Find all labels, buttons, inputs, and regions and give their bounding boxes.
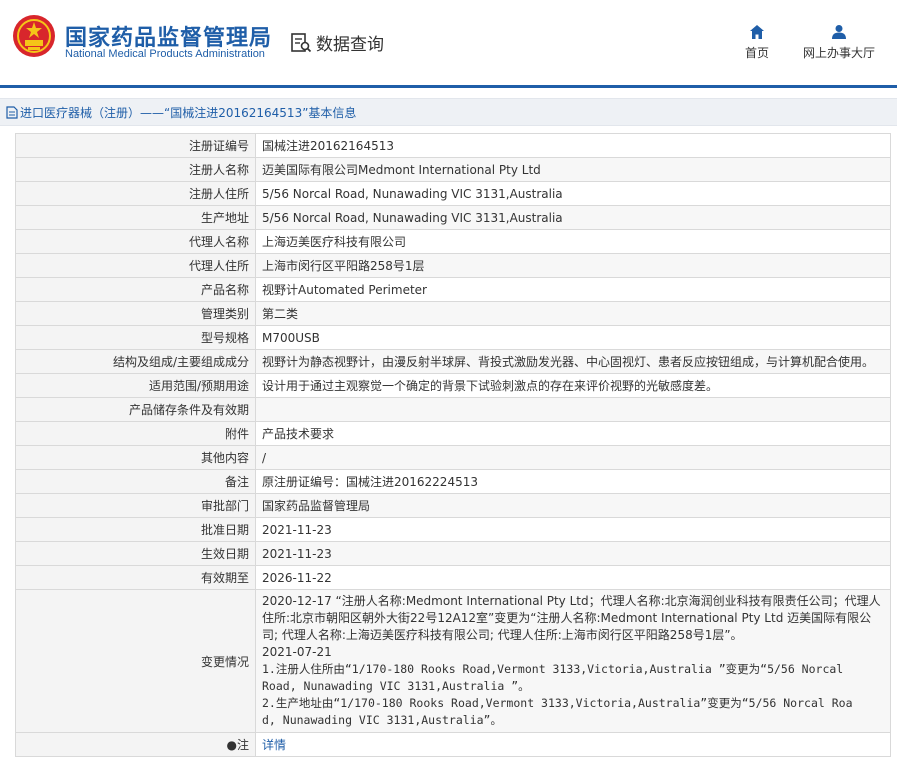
- row-key: 审批部门: [15, 493, 256, 518]
- breadcrumb-text: 进口医疗器械（注册）——“国械注进20162164513”基本信息: [20, 105, 357, 120]
- data-query-label: 数据查询: [316, 35, 384, 55]
- row-value: 视野计Automated Perimeter: [255, 277, 891, 302]
- row-value: 上海迈美医疗科技有限公司: [255, 229, 891, 254]
- detail-table-body: 注册证编号 国械注进20162164513 注册人名称 迈美国际有限公司Medmon…: [15, 133, 891, 757]
- nav-home-label: 首页: [744, 46, 769, 60]
- row-key: 管理类别: [15, 301, 256, 326]
- document-search-icon: [291, 32, 312, 52]
- row-key: 注册人住所: [15, 181, 256, 206]
- home-icon: [750, 25, 764, 39]
- table-row: 适用范围/预期用途 设计用于通过主观察觉一个确定的背景下试验刺激点的存在来评价视野…: [15, 373, 891, 398]
- row-value: 国家药品监督管理局: [255, 493, 891, 518]
- nav-home[interactable]: 首页: [742, 24, 772, 61]
- row-key: 批准日期: [15, 517, 256, 542]
- row-value: /: [255, 445, 891, 470]
- row-key: 产品储存条件及有效期: [15, 397, 256, 422]
- row-value: 迈美国际有限公司Medmont International Pty Ltd: [255, 157, 891, 182]
- table-row: 代理人住所 上海市闵行区平阳路258号1层: [15, 253, 891, 278]
- pin-icon: ●: [226, 738, 237, 752]
- user-icon: [832, 25, 846, 39]
- breadcrumb: 进口医疗器械（注册）——“国械注进20162164513”基本信息: [0, 98, 897, 126]
- change-line: 住所:北京市朝阳区朝外大街22号12A12室”变更为“注册人名称:Medmont…: [262, 611, 872, 625]
- row-value: 详情: [255, 732, 891, 757]
- row-key: 备注: [15, 469, 256, 494]
- row-key: 注册证编号: [15, 133, 256, 158]
- row-key: 其他内容: [15, 445, 256, 470]
- table-row: 其他内容 /: [15, 445, 891, 470]
- row-value: 5/56 Norcal Road, Nunawading VIC 3131,Au…: [255, 181, 891, 206]
- change-line: 1.注册人住所由“1/170-180 Rooks Road,Vermont 31…: [262, 662, 844, 676]
- change-line: 司; 代理人名称:上海迈美医疗科技有限公司; 代理人住所:上海市闵行区平阳路25…: [262, 628, 743, 642]
- table-row: 备注 原注册证编号：国械注进20162224513: [15, 469, 891, 494]
- change-line: 2020-12-17 “注册人名称:Medmont International …: [262, 594, 881, 608]
- row-key: 生效日期: [15, 541, 256, 566]
- change-line: Road, Nunawading VIC 3131,Australia ”。: [262, 679, 530, 693]
- row-value: 5/56 Norcal Road, Nunawading VIC 3131,Au…: [255, 205, 891, 230]
- row-key: ●注: [15, 732, 256, 757]
- change-line: 2021-07-21: [262, 645, 332, 659]
- site-header: 国家药品监督管理局 National Medical Products Admi…: [0, 0, 897, 88]
- table-row: 批准日期 2021-11-23: [15, 517, 891, 542]
- table-row: 注册人名称 迈美国际有限公司Medmont International Pty L…: [15, 157, 891, 182]
- row-key: 注册人名称: [15, 157, 256, 182]
- table-row-note: ●注 详情: [15, 732, 891, 757]
- row-value: 2026-11-22: [255, 565, 891, 590]
- nav-online-service-hall-label: 网上办事大厅: [802, 46, 875, 60]
- national-emblem-icon: [13, 15, 55, 57]
- row-key: 代理人住所: [15, 253, 256, 278]
- table-row: 型号规格 M700USB: [15, 325, 891, 350]
- row-value: 2021-11-23: [255, 541, 891, 566]
- row-value: 上海市闵行区平阳路258号1层: [255, 253, 891, 278]
- row-key: 变更情况: [15, 589, 256, 733]
- row-value: [255, 397, 891, 422]
- table-row: 有效期至 2026-11-22: [15, 565, 891, 590]
- row-value: 原注册证编号：国械注进20162224513: [255, 469, 891, 494]
- table-row: 产品名称 视野计Automated Perimeter: [15, 277, 891, 302]
- row-value: 设计用于通过主观察觉一个确定的背景下试验刺激点的存在来评价视野的光敏感度差。: [255, 373, 891, 398]
- row-key: 代理人名称: [15, 229, 256, 254]
- nav-online-service-hall[interactable]: 网上办事大厅: [800, 24, 878, 61]
- row-value: 国械注进20162164513: [255, 133, 891, 158]
- document-icon: [6, 105, 18, 119]
- table-row: 管理类别 第二类: [15, 301, 891, 326]
- row-key: 型号规格: [15, 325, 256, 350]
- data-query-title: 数据查询: [290, 30, 384, 55]
- table-row: 结构及组成/主要组成成分 视野计为静态视野计，由漫反射半球屏、背投式激励发光器、中…: [15, 349, 891, 374]
- row-value: 产品技术要求: [255, 421, 891, 446]
- row-key: 生产地址: [15, 205, 256, 230]
- row-value: M700USB: [255, 325, 891, 350]
- row-value: 2021-11-23: [255, 517, 891, 542]
- row-key: 产品名称: [15, 277, 256, 302]
- details-link[interactable]: 详情: [262, 738, 286, 752]
- brand-name-en: National Medical Products Administration: [65, 48, 265, 60]
- row-value: 视野计为静态视野计，由漫反射半球屏、背投式激励发光器、中心固视灯、患者反应按钮组…: [255, 349, 891, 374]
- table-row: 代理人名称 上海迈美医疗科技有限公司: [15, 229, 891, 254]
- row-key: 有效期至: [15, 565, 256, 590]
- row-key: 结构及组成/主要组成成分: [15, 349, 256, 374]
- change-line: d, Nunawading VIC 3131,Australia”。: [262, 713, 502, 727]
- change-line: 2.生产地址由“1/170-180 Rooks Road,Vermont 313…: [262, 696, 853, 710]
- table-row: 注册人住所 5/56 Norcal Road, Nunawading VIC 31…: [15, 181, 891, 206]
- table-row: 生产地址 5/56 Norcal Road, Nunawading VIC 313…: [15, 205, 891, 230]
- change-history-value: 2020-12-17 “注册人名称:Medmont International …: [255, 589, 891, 733]
- table-row: 产品储存条件及有效期: [15, 397, 891, 422]
- note-key-label: 注: [236, 738, 249, 752]
- row-key: 适用范围/预期用途: [15, 373, 256, 398]
- registration-detail-table: 注册证编号 国械注进20162164513 注册人名称 迈美国际有限公司Medmon…: [15, 133, 891, 757]
- table-row: 审批部门 国家药品监督管理局: [15, 493, 891, 518]
- row-value: 第二类: [255, 301, 891, 326]
- table-row: 生效日期 2021-11-23: [15, 541, 891, 566]
- table-row: 注册证编号 国械注进20162164513: [15, 133, 891, 158]
- row-key: 附件: [15, 421, 256, 446]
- table-row: 附件 产品技术要求: [15, 421, 891, 446]
- table-row-change-history: 变更情况 2020-12-17 “注册人名称:Medmont Internati…: [15, 589, 891, 733]
